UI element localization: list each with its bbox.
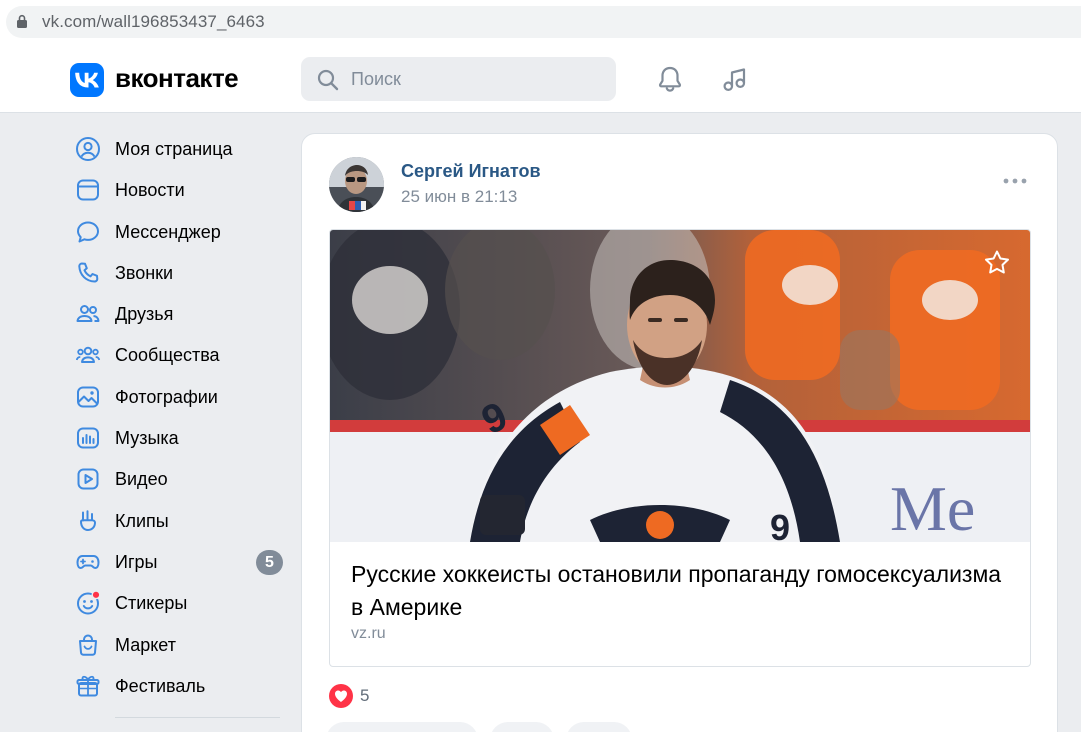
sidebar-item-stickers[interactable]: Стикеры xyxy=(70,582,290,623)
sidebar-item-games[interactable]: Игры 5 xyxy=(70,541,290,582)
music-note-icon[interactable] xyxy=(720,64,750,94)
sidebar-item-news[interactable]: Новости xyxy=(70,169,290,210)
gamepad-icon xyxy=(76,554,100,569)
sidebar-item-label: Новости xyxy=(115,180,185,201)
link-domain[interactable]: vz.ru xyxy=(351,625,386,643)
sidebar-item-music[interactable]: Музыка xyxy=(70,417,290,458)
friends-icon xyxy=(76,305,100,323)
sidebar-item-market[interactable]: Маркет xyxy=(70,624,290,665)
video-icon xyxy=(77,468,99,490)
sidebar-item-communities[interactable]: Сообщества xyxy=(70,334,290,375)
games-count-badge: 5 xyxy=(256,549,283,575)
share-button[interactable] xyxy=(566,722,632,732)
phone-icon xyxy=(78,262,99,283)
sidebar-item-clips[interactable]: Клипы xyxy=(70,500,290,541)
bell-icon[interactable] xyxy=(655,64,685,94)
market-bag-icon xyxy=(79,634,97,656)
logo-wordmark[interactable]: вконтакте xyxy=(115,63,239,94)
sidebar-item-label: Моя страница xyxy=(115,139,233,159)
user-circle-icon xyxy=(76,137,100,161)
sidebar-item-calls[interactable]: Звонки xyxy=(70,252,290,293)
sidebar-item-friends[interactable]: Друзья xyxy=(70,293,290,334)
site-header: вконтакте xyxy=(0,44,1081,113)
article-photo[interactable]: Me 9 9 xyxy=(330,230,1031,542)
post-date[interactable]: 25 июн в 21:13 xyxy=(401,187,517,207)
sidebar-item-label: Фотографии xyxy=(115,386,218,407)
wall-post: Сергей Игнатов 25 июн в 21:13 Me 9 9 Рус… xyxy=(301,133,1058,732)
svg-text:Me: Me xyxy=(890,473,975,542)
sidebar-item-messenger[interactable]: Мессенджер xyxy=(70,211,290,252)
like-count[interactable]: 5 xyxy=(360,686,369,706)
lock-icon xyxy=(17,14,27,28)
communities-icon xyxy=(75,347,101,364)
sidebar-item-label: Видео xyxy=(115,469,168,490)
sidebar-item-label: Звонки xyxy=(115,262,174,283)
sidebar-item-my-page[interactable]: Моя страница xyxy=(70,128,290,169)
clips-icon xyxy=(80,509,96,531)
url-text[interactable]: vk.com/wall196853437_6463 xyxy=(42,12,265,32)
post-author-name[interactable]: Сергей Игнатов xyxy=(401,161,541,182)
more-options-icon[interactable] xyxy=(1002,174,1028,188)
link-title[interactable]: Русские хоккеисты остановили пропаганду … xyxy=(351,558,1011,624)
link-attachment[interactable]: Me 9 9 Русские хоккеисты остановили проп… xyxy=(329,229,1031,667)
sidebar-item-label: Сообщества xyxy=(115,345,220,366)
vk-logo-icon[interactable] xyxy=(70,63,104,97)
news-icon xyxy=(77,179,99,201)
search-input[interactable] xyxy=(351,57,601,101)
sidebar-item-festival[interactable]: Фестиваль xyxy=(70,665,290,706)
sidebar-item-video[interactable]: Видео xyxy=(70,458,290,499)
sidebar-item-label: Маркет xyxy=(115,634,176,655)
message-bubble-icon xyxy=(77,221,99,243)
gift-icon xyxy=(76,675,100,697)
search-icon xyxy=(317,69,339,91)
sidebar-item-label: Друзья xyxy=(115,304,174,325)
photo-icon xyxy=(77,386,99,408)
heart-icon[interactable] xyxy=(329,684,353,708)
browser-address-bar: vk.com/wall196853437_6463 xyxy=(0,0,1081,44)
sticker-icon xyxy=(77,590,101,615)
sidebar-divider xyxy=(115,717,280,718)
music-icon xyxy=(77,427,99,449)
sidebar-item-label: Музыка xyxy=(115,428,179,449)
comment-button[interactable] xyxy=(490,722,554,732)
search-box[interactable] xyxy=(301,57,616,101)
sidebar-item-label: Клипы xyxy=(115,510,169,531)
bookmark-star-icon[interactable] xyxy=(982,248,1012,278)
left-sidebar: Моя страница Новости Мессенджер Звонки Д… xyxy=(70,128,290,706)
sidebar-item-label: Фестиваль xyxy=(115,675,206,696)
sidebar-item-photos[interactable]: Фотографии xyxy=(70,376,290,417)
like-button[interactable] xyxy=(326,722,478,732)
author-avatar[interactable] xyxy=(329,157,384,212)
svg-text:9: 9 xyxy=(770,507,790,542)
sidebar-item-label: Стикеры xyxy=(115,593,188,614)
sidebar-item-label: Игры xyxy=(115,551,158,572)
sidebar-item-label: Мессенджер xyxy=(115,221,221,242)
